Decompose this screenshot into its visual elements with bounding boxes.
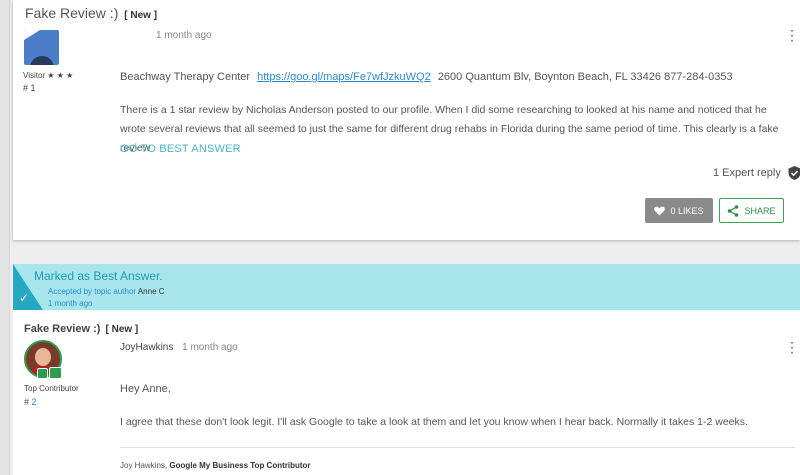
best-answer-banner: ✓ Marked as Best Answer. Accepted by top…	[13, 264, 800, 310]
check-icon: ✓	[19, 291, 30, 305]
more-options-icon[interactable]: ⋮	[785, 340, 799, 354]
best-answer-title: Marked as Best Answer.	[34, 269, 163, 283]
accepted-by: Accepted by topic author Anne C	[48, 287, 165, 296]
divider	[120, 447, 795, 448]
post-number: # 2	[24, 397, 37, 407]
author-name[interactable]: JoyHawkins	[120, 342, 173, 353]
share-button[interactable]: SHARE	[719, 198, 784, 223]
accepted-time: 1 month ago	[48, 299, 93, 308]
reply-date: 1 month ago	[182, 342, 238, 353]
business-address: 2600 Quantum Blv, Boynton Beach, FL 3342…	[437, 71, 733, 83]
post-number: # 1	[23, 83, 36, 93]
shield-check-icon	[788, 166, 800, 180]
expert-reply-count[interactable]: 1 Expert reply	[713, 166, 800, 180]
author-rank: Top Contributor	[24, 384, 79, 393]
reply-signature: Joy Hawkins, Google My Business Top Cont…	[120, 461, 311, 470]
post-card-1: Fake Review :) [ New ] Visitor ★ ★ ★ # 1…	[13, 0, 800, 240]
like-button[interactable]: 0 LIKES	[645, 198, 713, 223]
new-tag: [ New ]	[124, 10, 158, 21]
accepted-author[interactable]: Anne C	[138, 287, 165, 296]
left-rail	[0, 0, 10, 475]
share-icon	[728, 204, 739, 217]
share-label: SHARE	[744, 205, 776, 216]
reply-body: I agree that these don't look legit. I'l…	[120, 416, 748, 428]
heart-icon	[654, 206, 666, 215]
more-options-icon[interactable]: ⋮	[785, 28, 799, 42]
avatar[interactable]	[24, 30, 59, 65]
author-rank: Visitor ★ ★ ★	[23, 71, 74, 80]
new-tag: [ New ]	[105, 324, 139, 335]
business-name: Beachway Therapy Center	[120, 71, 251, 83]
go-to-best-answer-link[interactable]: GO TO BEST ANSWER	[120, 143, 241, 155]
likes-label: 0 LIKES	[670, 205, 704, 216]
post-title[interactable]: Fake Review :) [ New ]	[25, 5, 157, 21]
chat-badge-icon	[49, 367, 62, 379]
post-date: 1 month ago	[156, 30, 212, 41]
contributor-badge-icon	[37, 368, 48, 379]
reply-author: JoyHawkins 1 month ago	[120, 342, 238, 353]
reply-greeting: Hey Anne,	[120, 383, 171, 395]
reply-title: Fake Review :) [ New ]	[24, 323, 139, 335]
post-address-line: Beachway Therapy Center https://goo.gl/m…	[120, 71, 733, 83]
maps-link[interactable]: https://goo.gl/maps/Fe7wfJzkuWQ2	[257, 71, 431, 83]
